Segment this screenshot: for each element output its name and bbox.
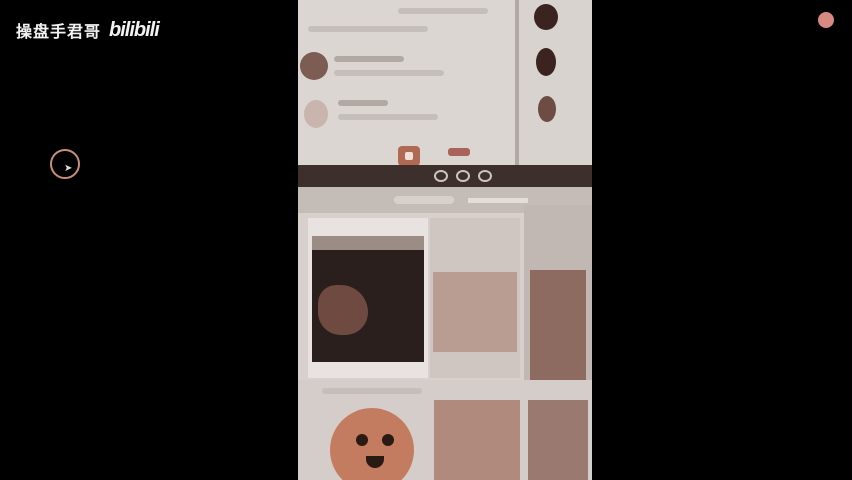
avatar <box>304 100 328 128</box>
list-item-title <box>334 56 404 62</box>
content-card-image <box>530 270 586 380</box>
avatar <box>536 48 556 76</box>
bilibili-watermark: 操盘手君哥 bilibili <box>16 18 160 42</box>
band-line <box>468 198 528 203</box>
mouse-pointer-icon: ➤ <box>64 163 73 174</box>
app-button-icon <box>405 152 413 160</box>
band-pill <box>394 196 454 204</box>
phone-screen-capture <box>298 0 592 480</box>
header-text <box>398 8 488 14</box>
feed-image[interactable] <box>434 400 520 480</box>
channel-name: 操盘手君哥 <box>16 22 102 41</box>
toolbar-circle-icon[interactable] <box>456 170 470 182</box>
emoji-eye <box>356 434 368 446</box>
content-card-image <box>433 272 517 352</box>
avatar <box>300 52 328 80</box>
list-item-title <box>338 100 388 106</box>
toolbar-circle-icon[interactable] <box>478 170 492 182</box>
bilibili-logo: bilibili <box>109 18 160 41</box>
row-text <box>308 26 428 32</box>
video-subject <box>318 285 368 335</box>
pane-divider <box>515 0 519 165</box>
chat-list-pane <box>298 0 516 165</box>
list-item-text <box>334 70 444 76</box>
action-icon <box>448 148 470 156</box>
toolbar-circle-icon[interactable] <box>434 170 448 182</box>
record-indicator <box>818 12 834 28</box>
avatar <box>534 4 558 30</box>
list-item-text <box>338 114 438 120</box>
emoji-eye <box>382 434 394 446</box>
feed-text <box>322 388 422 394</box>
avatar <box>538 96 556 122</box>
feed-image[interactable] <box>528 400 588 480</box>
video-card-header <box>312 236 424 250</box>
record-dot-icon <box>818 12 834 28</box>
